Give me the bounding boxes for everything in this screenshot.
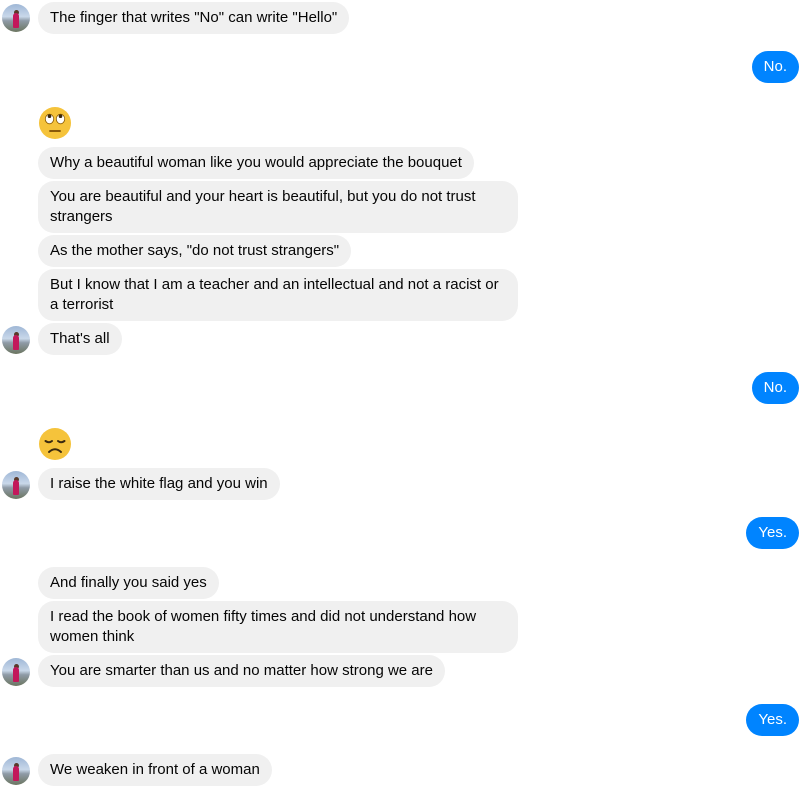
outgoing-message[interactable]: No. [751, 372, 799, 404]
contact-avatar[interactable] [2, 326, 30, 354]
contact-avatar[interactable] [2, 658, 30, 686]
incoming-message[interactable]: You are beautiful and your heart is beau… [38, 181, 518, 233]
contact-avatar[interactable] [2, 471, 30, 499]
outgoing-message[interactable]: Yes. [746, 517, 799, 549]
incoming-message[interactable]: That's all [38, 323, 122, 355]
incoming-message[interactable]: The finger that writes "No" can write "H… [38, 2, 350, 34]
incoming-message[interactable]: I raise the white flag and you win [38, 468, 280, 500]
outgoing-message[interactable]: No. [751, 51, 799, 83]
contact-avatar[interactable] [2, 757, 30, 785]
incoming-message[interactable]: I read the book of women fifty times and… [38, 601, 518, 653]
contact-avatar[interactable] [2, 4, 30, 32]
incoming-message[interactable]: You are smarter than us and no matter ho… [38, 655, 445, 687]
incoming-message[interactable]: As the mother says, "do not trust strang… [38, 235, 352, 267]
incoming-message[interactable]: And finally you said yes [38, 567, 219, 599]
incoming-message[interactable]: But I know that I am a teacher and an in… [38, 269, 518, 321]
incoming-message[interactable]: Why a beautiful woman like you would app… [38, 147, 474, 179]
incoming-message[interactable]: We weaken in front of a woman [38, 754, 272, 786]
disappointed-face-icon[interactable] [38, 427, 72, 461]
face-with-rolling-eyes-icon[interactable] [38, 106, 72, 140]
outgoing-message[interactable]: Yes. [746, 704, 799, 736]
